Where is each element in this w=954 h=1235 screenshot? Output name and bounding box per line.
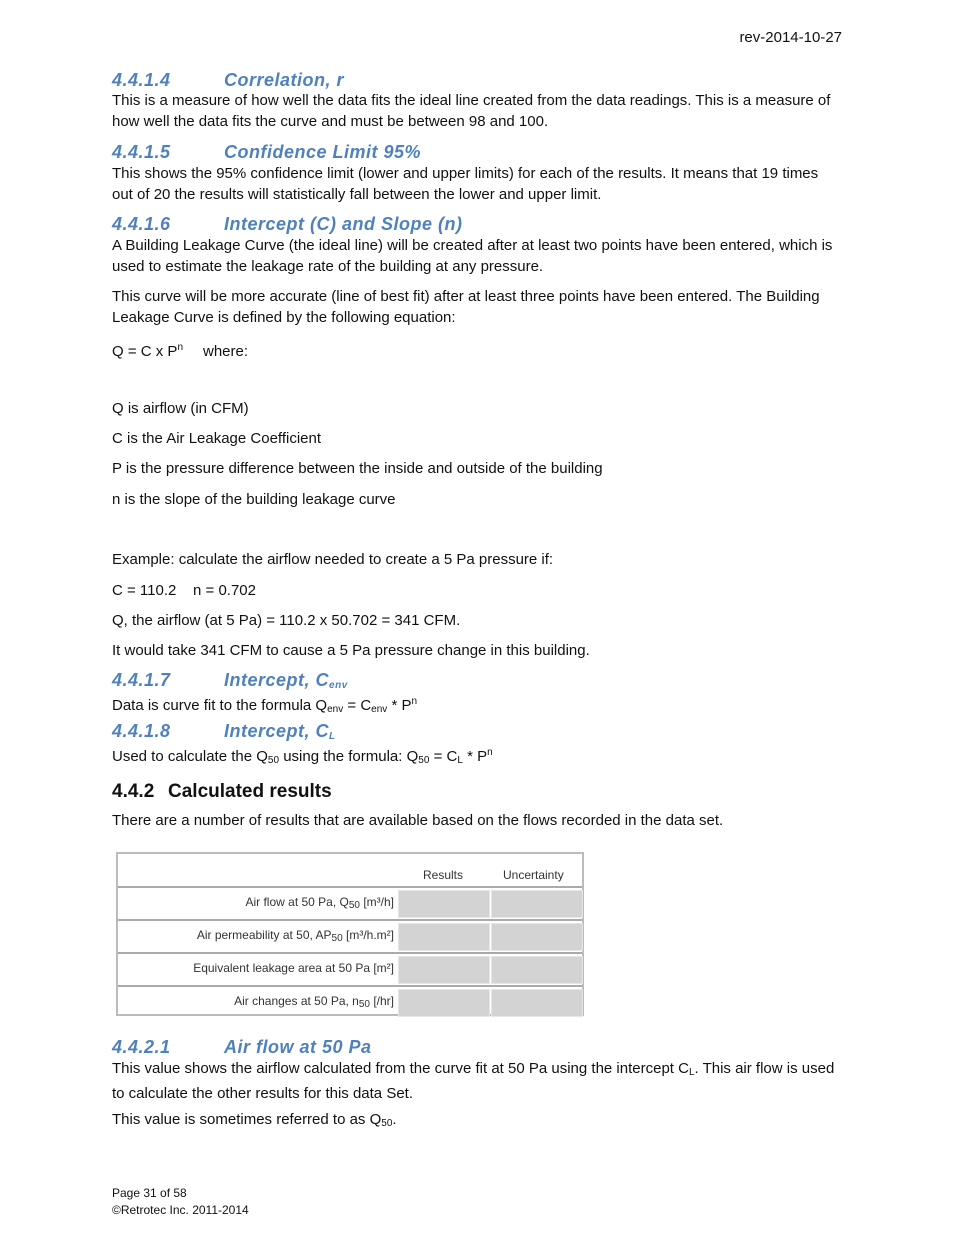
sub: 50 — [418, 755, 430, 766]
section-title: Correlation, r — [224, 70, 345, 90]
paragraph: There are a number of results that are a… — [112, 812, 724, 829]
text: Data is curve fit to the formula Q — [112, 697, 328, 714]
heading-calculated-results: 4.4.2 Calculated results — [112, 781, 842, 802]
section-title: Intercept (C) and Slope (n) — [224, 214, 463, 234]
paragraph: Used to calculate the Q50 using the form… — [112, 742, 842, 771]
section-title: Intercept, C — [224, 670, 330, 690]
table-row: Air flow at 50 Pa, Q50 [m³/h] — [118, 886, 583, 919]
text: This value is sometimes referred to as Q — [112, 1111, 382, 1128]
result-cell — [398, 989, 490, 1017]
revision-header: rev-2014-10-27 — [739, 29, 842, 46]
example-values: C = 110.2 n = 0.702 — [112, 582, 256, 599]
section-number: 4.4.2.1 — [112, 1037, 171, 1057]
table-row: Air permeability at 50, AP50 [m³/h.m²] — [118, 919, 583, 952]
paragraph: A Building Leakage Curve (the ideal line… — [112, 237, 833, 275]
row-label: Equivalent leakage area at 50 Pa [m²] — [193, 961, 394, 975]
text: . — [392, 1111, 397, 1128]
paragraph: This shows the 95% confidence limit (low… — [112, 165, 819, 203]
paragraph: This curve will be more accurate (line o… — [112, 288, 820, 326]
sup: n — [487, 747, 493, 758]
example-calc: Q, the airflow (at 5 Pa) = 110.2 x 50.70… — [112, 612, 461, 629]
section-number: 4.4.2 — [112, 781, 155, 802]
sub: 50 — [267, 755, 280, 766]
section-number: 4.4.1.5 — [112, 142, 171, 162]
paragraph: This value is sometimes referred to as Q… — [112, 1109, 842, 1134]
paragraph: This is a measure of how well the data f… — [112, 92, 831, 130]
text: * P — [387, 697, 412, 714]
page-number: Page 31 of 58 — [112, 1186, 187, 1200]
sub: env — [327, 704, 344, 715]
sub: 50 — [381, 1118, 393, 1129]
heading-air-flow-50: 4.4.2.1 Air flow at 50 Pa — [112, 1037, 842, 1058]
copyright: ©Retrotec Inc. 2011-2014 — [112, 1203, 249, 1217]
section-number: 4.4.1.4 — [112, 70, 171, 90]
paragraph: Data is curve fit to the formula Qenv = … — [112, 691, 842, 720]
text: using the formula: Q — [279, 748, 419, 765]
table-row: Air changes at 50 Pa, n50 [/hr] — [118, 985, 583, 1018]
section-title: Air flow at 50 Pa — [224, 1037, 372, 1057]
text: * P — [462, 748, 488, 765]
sub: env — [371, 704, 388, 715]
results-table: Results Uncertainty Air flow at 50 Pa, Q… — [116, 852, 584, 1018]
title-sub: L — [329, 731, 336, 742]
definition: Q is airflow (in CFM) — [112, 400, 249, 417]
heading-confidence: 4.4.1.5 Confidence Limit 95% — [112, 142, 842, 163]
text: = C — [343, 697, 372, 714]
text: This value shows the airflow calculated … — [112, 1060, 689, 1077]
heading-correlation: 4.4.1.4 Correlation, r — [112, 70, 842, 91]
uncertainty-cell — [491, 956, 583, 984]
uncertainty-cell — [491, 890, 583, 918]
text: = C — [429, 748, 458, 765]
text: Used to calculate the Q — [112, 748, 268, 765]
eq-sup: n — [177, 342, 183, 353]
eq-where: where: — [203, 343, 249, 360]
section-number: 4.4.1.7 — [112, 670, 171, 690]
col-header-uncertainty: Uncertainty — [503, 868, 564, 882]
definition: n is the slope of the building leakage c… — [112, 491, 396, 508]
col-header-results: Results — [423, 868, 464, 882]
paragraph: This value shows the airflow calculated … — [112, 1058, 842, 1104]
uncertainty-cell — [491, 923, 583, 951]
example-conclusion: It would take 341 CFM to cause a 5 Pa pr… — [112, 642, 590, 659]
result-cell — [398, 890, 490, 918]
result-cell — [398, 956, 490, 984]
sup: n — [411, 696, 418, 707]
table-row: Equivalent leakage area at 50 Pa [m²] — [118, 952, 583, 985]
row-label: Air changes at 50 Pa, n50 [/hr] — [234, 994, 394, 1010]
definition: C is the Air Leakage Coefficient — [112, 430, 322, 447]
definition: P is the pressure difference between the… — [112, 460, 603, 477]
example: Example: calculate the airflow needed to… — [112, 551, 554, 568]
heading-intercept-slope: 4.4.1.6 Intercept (C) and Slope (n) — [112, 214, 842, 235]
document-page: rev-2014-10-27 4.4.1.4 Correlation, r Thi… — [0, 0, 954, 1235]
equation: Q = C x Pn where: — [112, 337, 842, 362]
section-number: 4.4.1.8 — [112, 721, 171, 741]
eq-text: Q = C x P — [112, 343, 178, 360]
row-label: Air flow at 50 Pa, Q50 [m³/h] — [245, 895, 394, 911]
section-title: Intercept, C — [224, 721, 330, 741]
result-cell — [398, 923, 490, 951]
row-label: Air permeability at 50, AP50 [m³/h.m²] — [196, 928, 394, 944]
title-sub: env — [329, 680, 348, 691]
section-title: Confidence Limit 95% — [224, 142, 422, 162]
section-title: Calculated results — [168, 781, 332, 802]
uncertainty-cell — [491, 989, 583, 1017]
section-number: 4.4.1.6 — [112, 214, 171, 234]
